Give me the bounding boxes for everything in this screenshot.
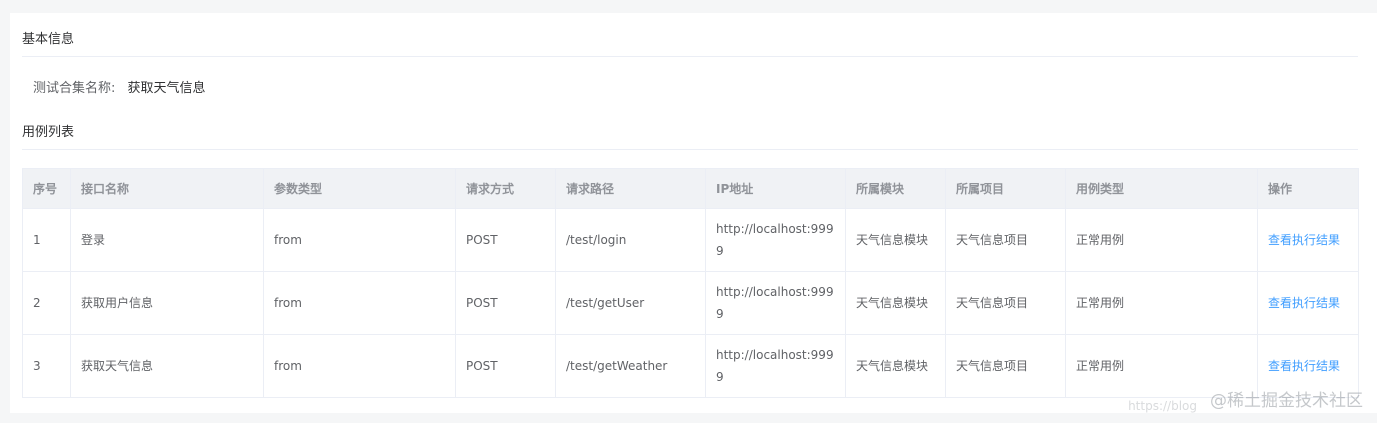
cell-name: 获取用户信息 [70, 271, 264, 335]
cell-case-type: 正常用例 [1065, 271, 1258, 335]
column-header-method: 请求方式 [455, 168, 556, 209]
view-result-link[interactable]: 查看执行结果 [1268, 359, 1340, 373]
cell-name: 登录 [70, 208, 264, 272]
collection-name-label: 测试合集名称: [33, 81, 116, 96]
cell-path: /test/getUser [555, 271, 706, 335]
cell-ip: http://localhost:9999 [705, 271, 846, 335]
cell-method: POST [455, 334, 556, 398]
view-result-link[interactable]: 查看执行结果 [1268, 296, 1340, 310]
cell-project: 天气信息项目 [945, 334, 1066, 398]
divider [22, 149, 1358, 150]
table-row: 3 获取天气信息 from POST /test/getWeather http… [22, 334, 1359, 398]
case-table: 序号 接口名称 参数类型 请求方式 请求路径 IP地址 所属模块 所属项目 用例… [22, 168, 1359, 398]
column-header-ip: IP地址 [705, 168, 846, 209]
column-header-index: 序号 [22, 168, 71, 209]
column-header-name: 接口名称 [70, 168, 264, 209]
cell-action: 查看执行结果 [1257, 271, 1359, 335]
cell-module: 天气信息模块 [845, 334, 946, 398]
collection-name-field: 测试合集名称: 获取天气信息 [33, 81, 206, 97]
cell-path: /test/login [555, 208, 706, 272]
watermark-url: https://blog [1128, 399, 1197, 413]
cell-index: 1 [22, 208, 71, 272]
cell-method: POST [455, 271, 556, 335]
cell-action: 查看执行结果 [1257, 208, 1359, 272]
cell-index: 2 [22, 271, 71, 335]
collection-name-value: 获取天气信息 [127, 81, 206, 96]
cell-method: POST [455, 208, 556, 272]
cell-path: /test/getWeather [555, 334, 706, 398]
column-header-action: 操作 [1257, 168, 1359, 209]
cell-param-type: from [263, 208, 456, 272]
table-row: 2 获取用户信息 from POST /test/getUser http://… [22, 271, 1359, 335]
table-row: 1 登录 from POST /test/login http://localh… [22, 208, 1359, 272]
cell-param-type: from [263, 271, 456, 335]
watermark: @稀土掘金技术社区 [1210, 391, 1363, 411]
cell-project: 天气信息项目 [945, 271, 1066, 335]
cell-case-type: 正常用例 [1065, 208, 1258, 272]
basic-info-title: 基本信息 [22, 32, 75, 47]
cell-module: 天气信息模块 [845, 271, 946, 335]
case-list-title: 用例列表 [22, 125, 75, 140]
column-header-path: 请求路径 [555, 168, 706, 209]
view-result-link[interactable]: 查看执行结果 [1268, 233, 1340, 247]
column-header-case-type: 用例类型 [1065, 168, 1258, 209]
column-header-module: 所属模块 [845, 168, 946, 209]
table-header-row: 序号 接口名称 参数类型 请求方式 请求路径 IP地址 所属模块 所属项目 用例… [22, 168, 1359, 209]
column-header-project: 所属项目 [945, 168, 1066, 209]
cell-project: 天气信息项目 [945, 208, 1066, 272]
cell-ip: http://localhost:9999 [705, 208, 846, 272]
cell-module: 天气信息模块 [845, 208, 946, 272]
column-header-param-type: 参数类型 [263, 168, 456, 209]
cell-index: 3 [22, 334, 71, 398]
cell-ip: http://localhost:9999 [705, 334, 846, 398]
divider [22, 56, 1358, 57]
cell-param-type: from [263, 334, 456, 398]
cell-name: 获取天气信息 [70, 334, 264, 398]
detail-card: 基本信息 测试合集名称: 获取天气信息 用例列表 序号 接口名称 参数类型 请求… [10, 13, 1377, 413]
